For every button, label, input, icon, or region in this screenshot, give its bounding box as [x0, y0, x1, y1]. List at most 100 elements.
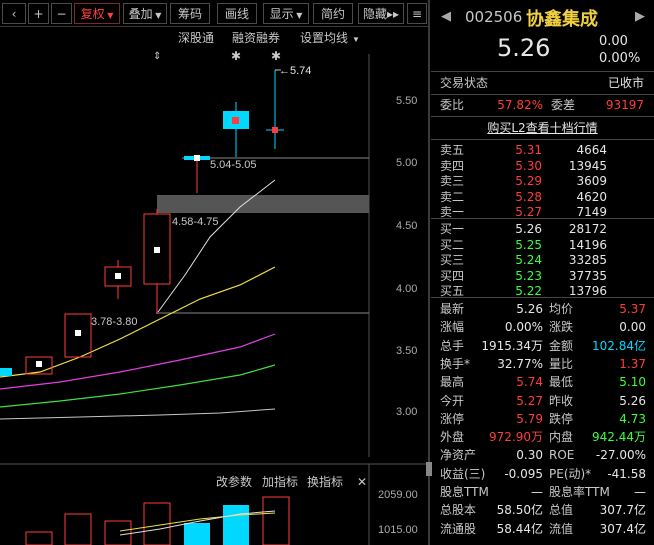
trade-status-row: 交易状态 已收市: [431, 74, 654, 92]
volume-bar: [223, 505, 249, 545]
dropdown-caret-icon: ▼: [104, 11, 114, 20]
xianshi-dropdown[interactable]: 显示 ▼: [263, 3, 309, 24]
stat-value: -0.095: [504, 466, 543, 481]
stat-row: 股息TTM — 股息率TTM —: [431, 483, 654, 501]
stat-label: 涨幅: [440, 320, 465, 335]
candle: [194, 155, 200, 161]
zoom-in-button[interactable]: +: [28, 3, 49, 24]
high-annotation: ←5.74: [279, 65, 311, 77]
kline-chart[interactable]: 深股通 融资融券 设置均线 ▼ ⇕ ✱ ✱ 5.50 5.00 4.50 4.0…: [0, 27, 428, 545]
price-tick: 5.00: [396, 157, 417, 169]
volume-bar: [262, 496, 290, 545]
sub-link-junxian[interactable]: 设置均线: [300, 31, 348, 45]
candle: [115, 273, 121, 279]
stat-value: 58.50亿: [496, 503, 543, 518]
bid-label: 买五: [440, 284, 465, 298]
stat-label: 股息TTM: [440, 485, 489, 499]
volume-bar: [184, 523, 210, 545]
stat-label: 外盘: [440, 430, 465, 445]
stat-value: 58.44亿: [496, 521, 543, 536]
switch-indicator-button[interactable]: 换指标: [307, 474, 343, 489]
marker-updown-icon: ⇕: [153, 51, 161, 62]
stat-value: —: [531, 485, 543, 499]
price-change-pct: 0.00%: [599, 51, 641, 66]
price-tick: 4.00: [396, 283, 417, 295]
stat-value: —: [634, 485, 646, 499]
weibi-value: 57.82%: [497, 98, 543, 112]
sub-link-rzrq[interactable]: 融资融券: [232, 30, 280, 45]
stat-row: 外盘 972.90万 内盘 942.44万: [431, 428, 654, 446]
stat-label: 最高: [440, 375, 465, 390]
ask-row[interactable]: 卖一 5.27 7149: [431, 203, 654, 221]
diejia-label: 叠加: [128, 7, 153, 21]
candle: [0, 368, 12, 376]
stock-name: 协鑫集成: [526, 9, 598, 30]
stat-value: 942.44万: [592, 430, 646, 445]
yincang-button[interactable]: 隐藏▸▸: [358, 3, 404, 24]
stat-row: 流通股 58.44亿 流值 307.4亿: [431, 520, 654, 538]
stat-label: 最低: [549, 375, 574, 390]
l2-row: 购买L2查看十档行情: [431, 119, 654, 137]
candle: [232, 117, 239, 124]
jianyue-button[interactable]: 简约: [313, 3, 353, 24]
stat-value: 32.77%: [497, 356, 543, 371]
stat-row: 涨停 5.79 跌停 4.73: [431, 410, 654, 428]
stat-row: 最高 5.74 最低 5.10: [431, 373, 654, 391]
stat-label: 内盘: [549, 430, 574, 445]
stat-label: 净资产: [440, 448, 477, 463]
candle: [272, 127, 278, 133]
fuquan-label: 复权: [80, 7, 105, 21]
stat-label: 收益(三): [440, 466, 486, 481]
ma-line-yellow: [0, 266, 276, 378]
next-stock-icon[interactable]: ▶: [635, 9, 645, 24]
stat-row: 净资产 0.30 ROE -27.00%: [431, 446, 654, 464]
stat-label: 金额: [549, 338, 574, 353]
stat-value: 5.74: [516, 375, 543, 390]
stat-value: 5.26: [619, 393, 646, 408]
ma-line-white-long: [0, 408, 276, 420]
range-annotation: 3.78-3.80: [91, 316, 137, 328]
stat-value: 4.73: [619, 411, 646, 426]
trade-status-value: 已收市: [607, 76, 644, 90]
huaxian-button[interactable]: 画线: [217, 3, 257, 24]
yincang-label: 隐藏: [362, 7, 387, 21]
stat-value: 5.27: [516, 393, 543, 408]
stat-value: 307.7亿: [599, 503, 646, 518]
weicha-label: 委差: [551, 98, 576, 112]
prev-stock-icon[interactable]: ◀: [441, 9, 451, 24]
stat-label: 均价: [549, 302, 574, 316]
stat-label: 流通股: [440, 521, 477, 536]
range-annotation: 5.04-5.05: [210, 159, 256, 171]
last-price: 5.26: [497, 34, 551, 62]
fuquan-dropdown[interactable]: 复权 ▼: [74, 3, 120, 24]
weicha-value: 93197: [605, 98, 644, 112]
stat-value: 1.37: [619, 356, 646, 371]
stat-value: 0.00: [619, 320, 646, 335]
chouma-button[interactable]: 筹码: [170, 3, 210, 24]
bid-row[interactable]: 买五 5.22 13796: [431, 282, 654, 300]
stat-row: 涨幅 0.00% 涨跌 0.00: [431, 318, 654, 336]
price-tick: 5.50: [396, 95, 417, 107]
close-icon[interactable]: ✕: [357, 475, 367, 489]
chart-toolbar: ‹ + − 复权 ▼ 叠加 ▼ 筹码 画线 显示 ▼ 简约 隐藏▸▸ ≡: [0, 0, 428, 27]
sub-link-sgt[interactable]: 深股通: [178, 31, 214, 45]
stat-label: 总手: [440, 338, 465, 353]
change-params-button[interactable]: 改参数: [216, 474, 252, 489]
back-icon[interactable]: ‹: [2, 3, 26, 24]
price-tick: 3.00: [396, 406, 417, 418]
dropdown-caret-icon: ▼: [293, 11, 303, 20]
menu-icon[interactable]: ≡: [407, 3, 427, 24]
buy-l2-link[interactable]: 购买L2查看十档行情: [487, 121, 597, 135]
stat-label: 流值: [549, 521, 574, 536]
candle: [154, 247, 160, 253]
marker-star-icon: ✱: [271, 49, 281, 63]
zoom-out-button[interactable]: −: [51, 3, 72, 24]
stat-label: 换手*: [440, 356, 471, 371]
highlight-band: [157, 195, 369, 213]
diejia-dropdown[interactable]: 叠加 ▼: [123, 3, 167, 24]
stat-label: 跌停: [549, 411, 574, 426]
add-indicator-button[interactable]: 加指标: [262, 474, 298, 489]
range-annotation: 4.58-4.75: [172, 216, 218, 228]
quote-panel: ◀ 002506 协鑫集成 ▶ 5.26 0.00 0.00% 交易状态 已收市…: [431, 0, 654, 545]
price-tick: 4.50: [396, 220, 417, 232]
